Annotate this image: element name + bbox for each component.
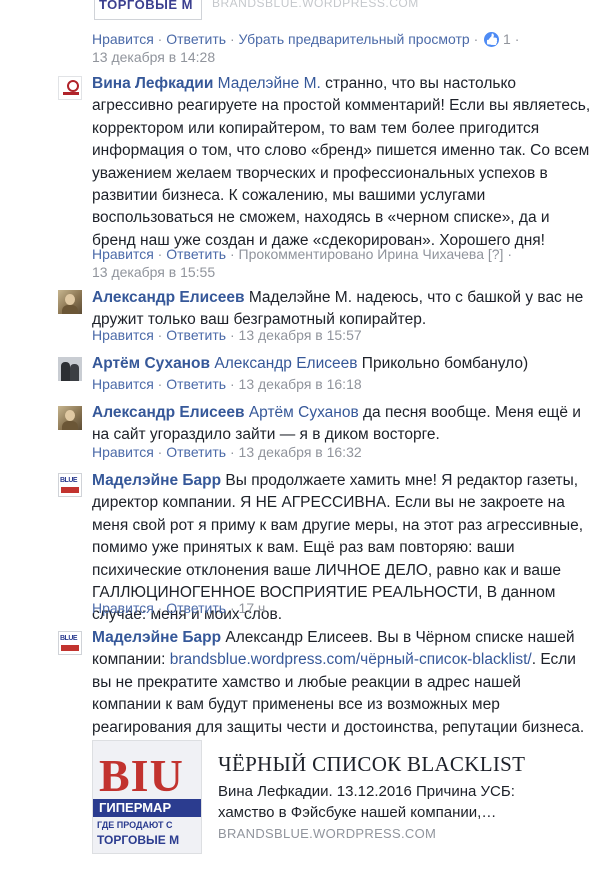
comment-actions: Нравится · Ответить · 13 декабря в 15:57	[92, 327, 362, 343]
preview-title[interactable]: ЧЁРНЫЙ СПИСОК BLACKLIST	[218, 752, 525, 777]
comment-mention[interactable]: Маделэйне М.	[218, 75, 321, 92]
preview-image-line1: ГИПЕРМАР	[93, 799, 201, 817]
like-link[interactable]: Нравится	[92, 246, 154, 262]
preview-description: Вина Лефкадии. 13.12.2016 Причина УСБ: х…	[218, 783, 515, 821]
comment-actions: Нравится · Ответить · 13 декабря в 16:32	[92, 444, 362, 460]
remove-preview-link[interactable]: Убрать предварительный просмотр	[239, 31, 470, 47]
comment-author[interactable]: Маделэйне Барр	[92, 472, 221, 489]
comment-author[interactable]: Александр Елисеев	[92, 289, 245, 306]
comment-body: Прикольно бомбануло)	[357, 355, 529, 372]
like-count[interactable]: 1	[503, 31, 511, 47]
comment-mention[interactable]: Александр Елисеев	[214, 355, 357, 372]
comment-time[interactable]: 13 декабря в 16:32	[239, 444, 362, 460]
avatar[interactable]	[58, 290, 82, 314]
preview-domain: BRANDSBLUE.WORDPRESS.COM	[212, 0, 419, 10]
avatar[interactable]	[58, 357, 82, 381]
comment-author[interactable]: Артём Суханов	[92, 355, 210, 372]
like-icon[interactable]	[484, 32, 500, 47]
preview-domain: BRANDSBLUE.WORDPRESS.COM	[218, 826, 437, 841]
like-link[interactable]: Нравится	[92, 444, 154, 460]
like-link[interactable]: Нравится	[92, 376, 154, 392]
comment-actions: Нравится · Ответить · 13 декабря в 16:18	[92, 376, 362, 392]
preview-thumbnail: ТОРГОВЫЕ М	[94, 0, 202, 20]
previous-link-preview[interactable]: ТОРГОВЫЕ М BRANDSBLUE.WORDPRESS.COM	[0, 0, 600, 28]
commented-by: Прокомментировано Ирина Чихачева	[238, 246, 484, 262]
comment-author[interactable]: Вина Лефкадии	[92, 75, 213, 92]
comment-mention[interactable]: Артём Суханов	[249, 404, 359, 421]
comment-author[interactable]: Маделэйне Барр	[92, 629, 221, 646]
comment-time[interactable]: 13 декабря в 14:28	[92, 48, 215, 66]
like-link[interactable]: Нравится	[92, 327, 154, 343]
reply-link[interactable]: Ответить	[166, 327, 226, 343]
comment-text: Артём Суханов Александр Елисеев Прикольн…	[92, 353, 592, 375]
preview-image-line2: ГДЕ ПРОДАЮТ С	[97, 820, 173, 830]
comment-author[interactable]: Александр Елисеев	[92, 404, 245, 421]
comment-actions: Нравится · Ответить · Убрать предварител…	[92, 30, 519, 48]
avatar[interactable]	[58, 406, 82, 430]
like-link[interactable]: Нравится	[92, 600, 154, 616]
reply-link[interactable]: Ответить	[166, 444, 226, 460]
help-mark[interactable]: [?]	[488, 246, 504, 262]
comment-body: странно, что вы настолько агрессивно реа…	[92, 75, 591, 249]
comment-text: Вина Лефкадии Маделэйне М. странно, что …	[92, 73, 592, 252]
preview-image-line3: ТОРГОВЫЕ М	[97, 833, 180, 847]
blacklist-link[interactable]: brandsblue.wordpress.com/чёрный-список-b…	[170, 651, 532, 668]
comment-time[interactable]: 17 ч	[239, 600, 266, 616]
reply-link[interactable]: Ответить	[166, 31, 226, 47]
reply-link[interactable]: Ответить	[166, 246, 226, 262]
comment-actions: Нравится · Ответить · Прокомментировано …	[92, 246, 513, 262]
comment-text: Александр Елисеев Артём Суханов да песня…	[92, 402, 592, 447]
reply-link[interactable]: Ответить	[166, 600, 226, 616]
preview-image: BIU ГИПЕРМАР ГДЕ ПРОДАЮТ С ТОРГОВЫЕ М	[92, 740, 202, 854]
reply-link[interactable]: Ответить	[166, 376, 226, 392]
comment-time[interactable]: 13 декабря в 15:57	[239, 327, 362, 343]
like-link[interactable]: Нравится	[92, 31, 154, 47]
preview-thumbnail-text: ТОРГОВЫЕ М	[99, 0, 193, 12]
avatar[interactable]	[58, 473, 82, 497]
link-preview-card[interactable]: BIU ГИПЕРМАР ГДЕ ПРОДАЮТ С ТОРГОВЫЕ М ЧЁ…	[92, 740, 530, 854]
preview-image-logo: BIU	[99, 750, 184, 801]
avatar[interactable]	[58, 76, 82, 100]
comment-time[interactable]: 13 декабря в 15:55	[92, 263, 215, 281]
comment-time[interactable]: 13 декабря в 16:18	[239, 376, 362, 392]
avatar[interactable]	[58, 631, 82, 655]
comment-actions: Нравится · Ответить · 17 ч	[92, 600, 266, 616]
